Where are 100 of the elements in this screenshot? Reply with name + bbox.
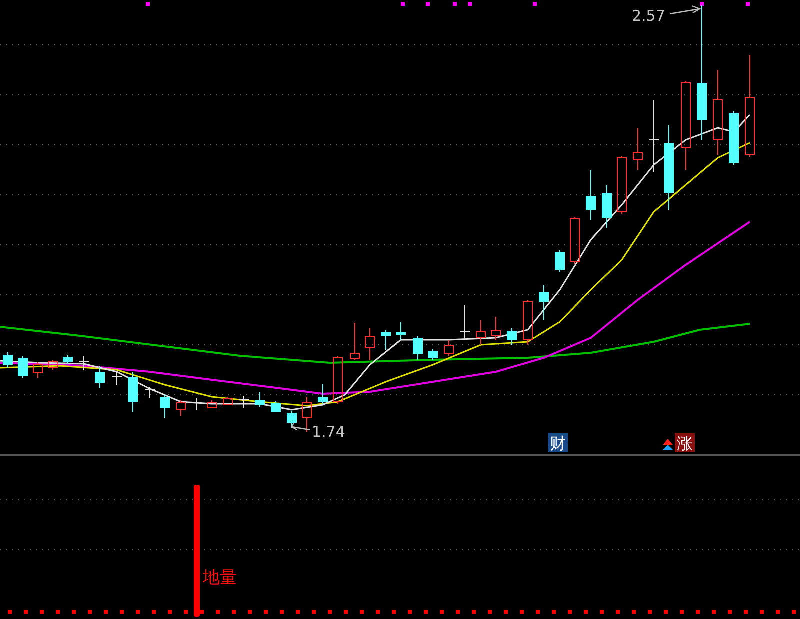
candlestick [48,360,58,370]
candlestick [160,394,170,418]
candlestick [396,322,406,340]
signal-marker [424,610,428,614]
signal-marker [296,610,300,614]
signal-marker [680,610,684,614]
low-price-label: 1.74 [312,423,346,441]
signal-marker [616,610,620,614]
signal-marker [168,610,172,614]
candlestick [318,384,328,404]
candlestick [255,392,265,408]
signal-marker [744,610,748,614]
signal-marker [712,610,716,614]
leader-line [669,5,702,15]
signal-marker [700,2,704,6]
candlestick [112,372,122,386]
signal-marker [776,610,780,614]
signal-marker [520,610,524,614]
candlestick [333,356,343,404]
signal-badge: 财 [548,433,568,453]
candlestick [365,328,375,360]
signal-marker [152,610,156,614]
signal-marker [104,610,108,614]
candlestick [539,284,549,320]
signal-marker [401,2,405,6]
candlestick [428,348,438,360]
candlestick [33,362,43,378]
signal-marker [453,2,457,6]
candlestick [18,356,28,378]
signal-marker [312,610,316,614]
signal-marker [344,610,348,614]
signal-marker [56,610,60,614]
signal-marker [440,610,444,614]
candlestick [144,386,156,398]
candlestick [271,400,281,412]
signal-marker [746,2,750,6]
candlestick [381,330,391,350]
signal-marker [696,610,700,614]
candlestick [491,316,501,340]
candlestick [192,398,202,410]
signal-marker [146,2,150,6]
signal-marker [468,2,472,6]
signal-marker [408,610,412,614]
high-price-label: 2.57 [632,7,666,25]
signal-marker [200,610,204,614]
candlestick [476,320,486,346]
candlestick [128,372,138,412]
signal-marker [72,610,76,614]
candlestick [95,366,105,388]
signal-marker [664,610,668,614]
signal-marker [536,610,540,614]
candlestick [207,400,217,408]
up-triangle-icon [663,439,673,450]
signal-marker [392,610,396,614]
signal-marker [376,610,380,614]
candlestick [413,336,423,360]
signal-marker [40,610,44,614]
leader-line [291,422,311,431]
candlestick [238,396,250,408]
candlestick [602,184,612,228]
signal-marker [533,2,537,6]
signal-marker [328,610,332,614]
candlestick [507,328,517,346]
signal-marker [760,610,764,614]
candlestick [78,356,90,370]
signal-marker [24,610,28,614]
signal-marker [264,610,268,614]
candlestick [302,396,312,432]
signal-marker [8,610,12,614]
signal-marker [88,610,92,614]
signal-badge: 涨 [675,433,695,453]
signal-marker [472,610,476,614]
signal-marker [552,610,556,614]
signal-marker [584,610,588,614]
signal-marker [648,610,652,614]
candlestick [570,216,580,264]
signal-marker [568,610,572,614]
candlestick [176,400,186,416]
signal-marker [120,610,124,614]
candlestick [460,304,470,340]
candlestick [555,250,565,272]
candlestick [617,156,627,214]
candlestick [729,110,739,166]
candlestick [633,128,643,170]
signal-marker [426,2,430,6]
signal-marker [728,610,732,614]
indicator-label: 地量 [203,568,237,588]
signal-marker [360,610,364,614]
signal-marker [456,610,460,614]
candlestick [350,322,360,360]
signal-marker [136,610,140,614]
candlestick [63,354,73,364]
candlestick [586,170,596,220]
signal-marker [632,610,636,614]
signal-marker [488,610,492,614]
candlestick [287,410,297,428]
signal-marker [280,610,284,614]
signal-marker [184,610,188,614]
signal-marker [248,610,252,614]
candlestick [3,352,13,368]
